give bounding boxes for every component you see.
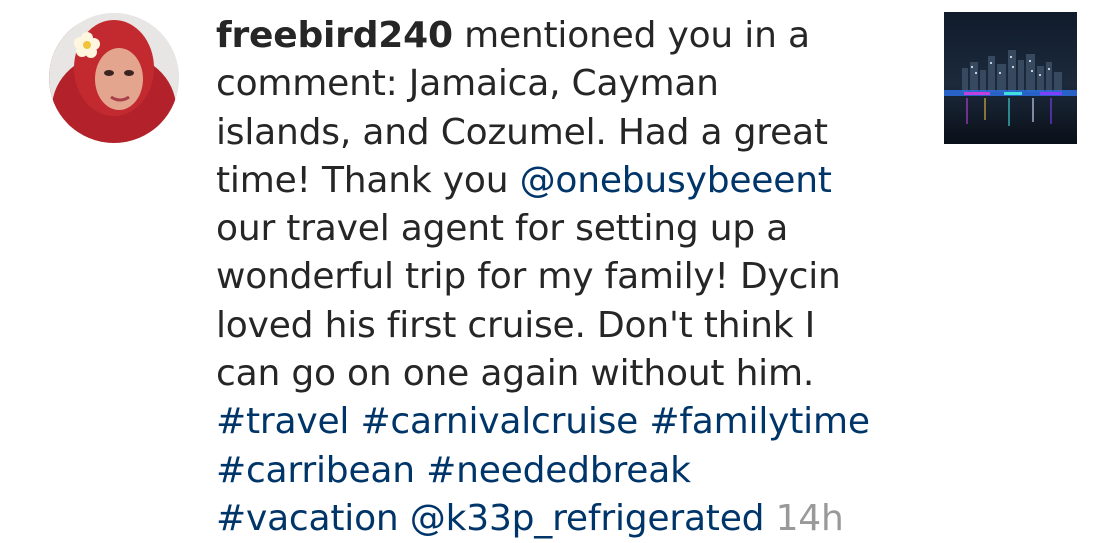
avatar-image xyxy=(49,13,179,143)
timestamp: 14h xyxy=(775,497,844,539)
username-link[interactable]: freebird240 xyxy=(216,15,453,56)
hashtags-line-1[interactable]: #travel #carnivalcruise #familytime xyxy=(216,398,906,446)
comment-line-8: can go on one again without him. xyxy=(216,353,815,395)
comment-line-2: comment: Jamaica, Cayman xyxy=(216,63,719,105)
comment-line-1: freebird240 mentioned you in a xyxy=(216,12,906,60)
action-text: mentioned you in a xyxy=(452,15,810,56)
comment-line-last: #vacation @k33p_refrigerated 14h xyxy=(216,495,906,543)
hashtags-line-2[interactable]: #carribean #neededbreak xyxy=(216,447,906,495)
comment-text: time! Thank you xyxy=(216,159,520,201)
comment-line-6: wonderful trip for my family! Dycin xyxy=(216,256,841,298)
comment-line-4: time! Thank you @onebusybeeent xyxy=(216,157,906,205)
comment-line-7: loved his first cruise. Don't think I xyxy=(216,304,816,346)
post-thumbnail-image xyxy=(944,12,1077,144)
comment-line-5: our travel agent for setting up a xyxy=(216,208,789,250)
mention-onebusybeeent[interactable]: @onebusybeeent xyxy=(520,160,832,201)
comment-line-3: islands, and Cozumel. Had a great xyxy=(216,111,828,153)
user-avatar[interactable] xyxy=(49,13,179,143)
hashtag-vacation[interactable]: #vacation xyxy=(216,498,399,539)
mention-k33p-refrigerated[interactable]: @k33p_refrigerated xyxy=(410,498,765,539)
notification-text: freebird240 mentioned you in a comment: … xyxy=(216,12,906,543)
post-thumbnail[interactable] xyxy=(944,12,1077,144)
